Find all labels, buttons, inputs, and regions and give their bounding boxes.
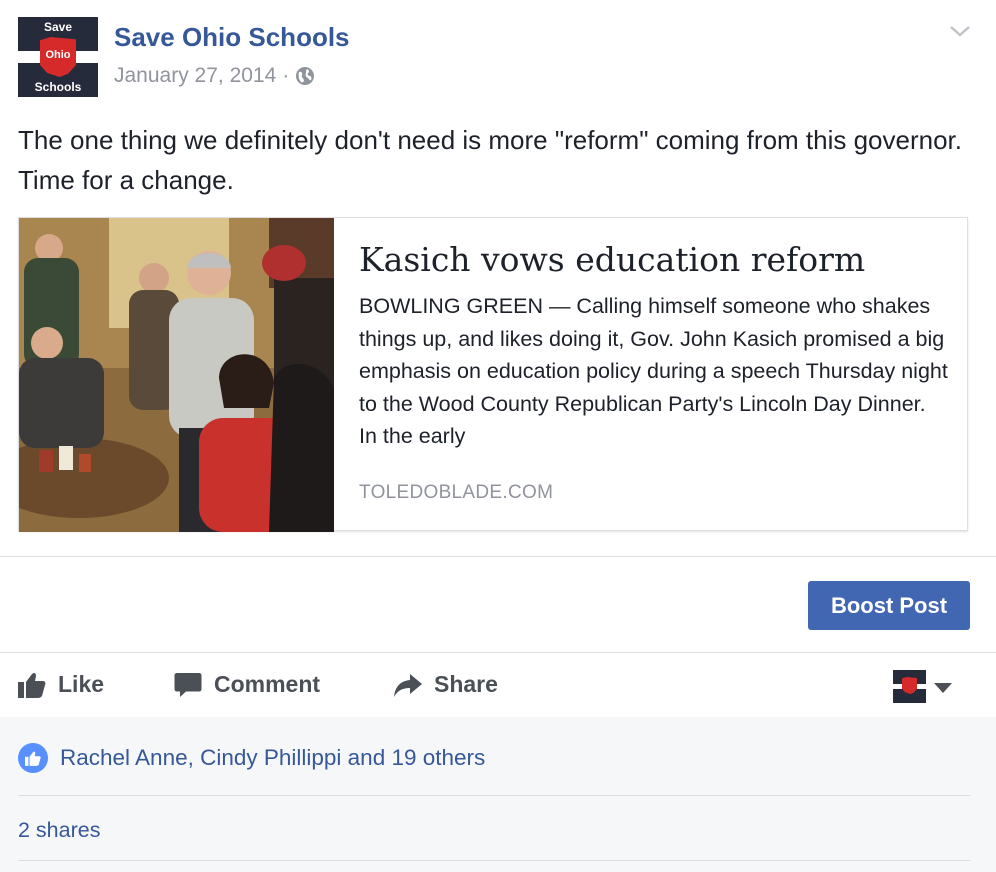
avatar-text-middle: Ohio	[45, 49, 71, 61]
post-date[interactable]: January 27, 2014	[114, 64, 276, 88]
comment-button[interactable]: Comment	[174, 671, 320, 698]
page-avatar[interactable]: Save Ohio Schools	[18, 17, 98, 97]
page-name-link[interactable]: Save Ohio Schools	[114, 22, 350, 53]
speech-bubble-icon	[174, 672, 202, 697]
avatar-text-top: Save	[43, 20, 73, 34]
chevron-down-icon[interactable]	[948, 22, 972, 40]
share-label: Share	[434, 671, 498, 697]
link-preview-card[interactable]: Kasich vows education reform BOWLING GRE…	[18, 217, 968, 532]
divider	[0, 556, 996, 557]
post-message: The one thing we definitely don't need i…	[18, 125, 962, 195]
thumbs-up-icon	[18, 672, 46, 698]
feed-post: Save Ohio Schools Save Ohio Schools Janu…	[0, 0, 996, 872]
globe-icon[interactable]	[295, 66, 315, 86]
action-bar: Like Comment Share	[0, 653, 996, 717]
link-description: BOWLING GREEN — Calling himself someone …	[359, 294, 948, 448]
thumbs-up-icon	[25, 751, 41, 766]
footer-divider	[18, 795, 970, 796]
caret-down-icon[interactable]	[934, 683, 952, 693]
link-title[interactable]: Kasich vows education reform	[359, 238, 949, 282]
shares-count-link[interactable]: 2 shares	[18, 818, 100, 843]
link-card-body: Kasich vows education reform BOWLING GRE…	[359, 238, 949, 504]
comment-label: Comment	[214, 671, 321, 697]
footer-divider	[18, 860, 970, 861]
meta-separator: ·	[282, 64, 290, 87]
reactions-text: Rachel Anne, Cindy Phillippi and 19 othe…	[60, 745, 486, 770]
boost-post-button[interactable]: Boost Post	[808, 581, 970, 630]
article-photo-image	[19, 218, 334, 532]
like-label: Like	[58, 671, 105, 697]
like-button[interactable]: Like	[18, 671, 104, 698]
reactions-summary[interactable]: Rachel Anne, Cindy Phillippi and 19 othe…	[18, 743, 485, 773]
share-button[interactable]: Share	[394, 671, 498, 698]
avatar-text-bottom: Schools	[34, 80, 82, 94]
article-photo[interactable]	[19, 218, 334, 532]
like-badge-icon	[18, 743, 48, 773]
reactions-footer: Rachel Anne, Cindy Phillippi and 19 othe…	[0, 717, 996, 872]
post-as-avatar[interactable]	[893, 670, 926, 703]
ohio-shape-icon	[902, 677, 917, 694]
post-meta: January 27, 2014 ·	[114, 64, 315, 88]
link-domain: TOLEDOBLADE.COM	[359, 482, 554, 503]
ohio-shape-icon: Ohio	[40, 37, 76, 77]
share-arrow-icon	[394, 673, 422, 697]
